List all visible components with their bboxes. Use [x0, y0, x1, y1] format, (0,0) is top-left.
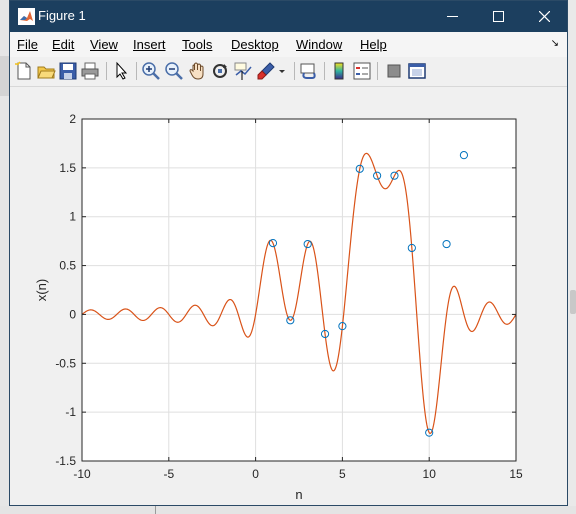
x-tick-label: 5 — [339, 467, 346, 481]
figure-window: Figure 1 File Edit View Insert Tools Des… — [9, 0, 568, 506]
background-divider — [155, 506, 156, 514]
x-tick-label: -10 — [73, 467, 91, 481]
menu-window[interactable]: Window — [296, 37, 342, 52]
hide-plot-tools-icon[interactable] — [384, 61, 404, 81]
brush-dropdown-icon[interactable] — [276, 61, 288, 81]
background-right-panel — [568, 0, 576, 514]
legend-icon[interactable] — [352, 61, 372, 81]
y-axis-label: x(n) — [34, 279, 49, 301]
y-tick-label: -0.5 — [55, 356, 76, 370]
title-bar[interactable]: Figure 1 — [10, 1, 567, 32]
maximize-icon — [493, 11, 504, 22]
y-tick-label: -1.5 — [55, 454, 76, 468]
menu-desktop[interactable]: Desktop — [231, 37, 279, 52]
x-axis-label: n — [295, 487, 302, 502]
background-scrollbar-thumb[interactable] — [570, 290, 576, 314]
close-button[interactable] — [521, 1, 567, 32]
open-file-icon[interactable] — [36, 61, 56, 81]
figure-canvas[interactable]: -10 -5 0 5 10 15 -1.5 -1 -0.5 0 0.5 1 1.5 2 n x(n) — [10, 87, 567, 505]
link-plot-icon[interactable] — [299, 61, 319, 81]
rotate-3d-icon[interactable] — [210, 61, 230, 81]
maximize-button[interactable] — [475, 1, 521, 32]
x-tick-label: 0 — [252, 467, 259, 481]
y-tick-label: 2 — [69, 112, 76, 126]
new-figure-icon[interactable] — [14, 61, 34, 81]
menu-edit[interactable]: Edit — [52, 37, 74, 52]
toolbar-separator — [377, 62, 378, 80]
minimize-icon — [447, 16, 458, 17]
toolbar-separator — [136, 62, 137, 80]
minimize-button[interactable] — [429, 1, 475, 32]
y-tick-label: 0.5 — [59, 259, 76, 273]
print-icon[interactable] — [80, 61, 100, 81]
window-title: Figure 1 — [38, 8, 86, 23]
menu-help[interactable]: Help — [360, 37, 387, 52]
close-icon — [539, 11, 550, 22]
toolbar-separator — [324, 62, 325, 80]
background-left-strip — [0, 56, 9, 96]
data-cursor-icon[interactable] — [233, 61, 253, 81]
figure-toolbar — [10, 57, 567, 87]
zoom-out-icon[interactable] — [164, 61, 184, 81]
zoom-in-icon[interactable] — [141, 61, 161, 81]
menu-insert[interactable]: Insert — [133, 37, 166, 52]
menu-tools[interactable]: Tools — [182, 37, 212, 52]
x-tick-label: 15 — [509, 467, 523, 481]
show-plot-tools-icon[interactable] — [407, 61, 427, 81]
background-bottom-panel — [0, 506, 576, 514]
pan-icon[interactable] — [187, 61, 207, 81]
toolbar-separator — [294, 62, 295, 80]
select-arrow-icon[interactable] — [111, 61, 131, 81]
dock-arrow-icon[interactable]: ↘ — [551, 38, 559, 49]
save-icon[interactable] — [58, 61, 78, 81]
matlab-logo-icon — [18, 8, 35, 25]
x-tick-label: -5 — [163, 467, 174, 481]
menu-file[interactable]: File — [17, 37, 38, 52]
colorbar-icon[interactable] — [329, 61, 349, 81]
y-tick-label: 1 — [69, 210, 76, 224]
brush-icon[interactable] — [256, 61, 276, 81]
menu-bar: File Edit View Insert Tools Desktop Wind… — [10, 32, 567, 57]
y-tick-label: -1 — [65, 405, 76, 419]
toolbar-separator — [106, 62, 107, 80]
y-tick-label: 1.5 — [59, 161, 76, 175]
x-tick-label: 10 — [423, 467, 437, 481]
menu-view[interactable]: View — [90, 37, 118, 52]
plot-svg[interactable]: -10 -5 0 5 10 15 -1.5 -1 -0.5 0 0.5 1 1.5 2 n x(n) — [10, 87, 567, 505]
y-tick-label: 0 — [69, 307, 76, 321]
